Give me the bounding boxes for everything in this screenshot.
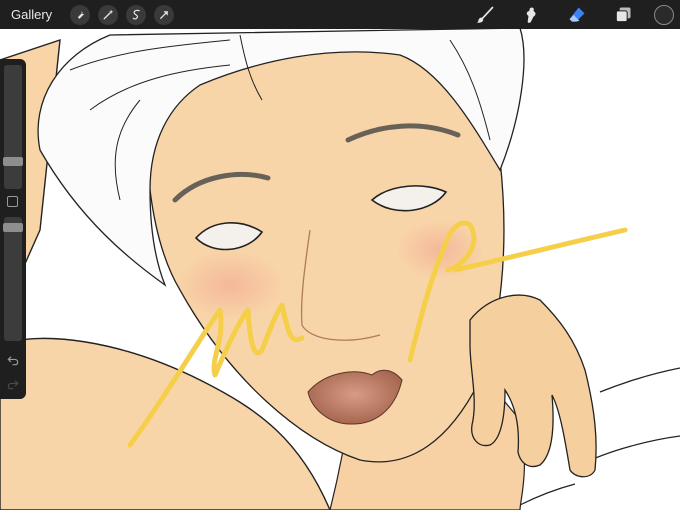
adjustments-button[interactable] [98,4,119,25]
drawing-canvas[interactable]: uip [0,0,680,510]
brush-opacity-thumb[interactable] [3,223,23,232]
brush-size-slider[interactable] [3,65,23,189]
magic-wand-icon [103,9,114,20]
color-swatch-button[interactable] [654,4,674,25]
gallery-button[interactable]: Gallery [11,7,52,22]
selection-button[interactable] [126,4,147,25]
transform-arrow-icon [159,11,168,19]
layers-icon [615,7,631,22]
top-toolbar: Gallery [0,0,680,29]
tool-group [450,0,680,29]
eraser-icon [569,7,585,22]
left-sidebar [0,59,26,399]
smudge-icon [526,7,536,23]
brush-size-thumb[interactable] [3,157,23,166]
layers-button[interactable] [612,4,634,26]
selection-icon [132,9,140,20]
smudge-button[interactable] [520,4,542,26]
brush-button[interactable] [474,4,496,26]
actions-button[interactable] [70,4,91,25]
transform-button[interactable] [154,4,175,25]
undo-icon[interactable] [6,353,20,367]
brush-icon [476,6,494,23]
brush-opacity-slider[interactable] [3,217,23,341]
wrench-icon [77,11,84,19]
eraser-button[interactable] [566,4,588,26]
modify-button[interactable] [7,196,18,207]
redo-icon[interactable] [6,377,20,391]
